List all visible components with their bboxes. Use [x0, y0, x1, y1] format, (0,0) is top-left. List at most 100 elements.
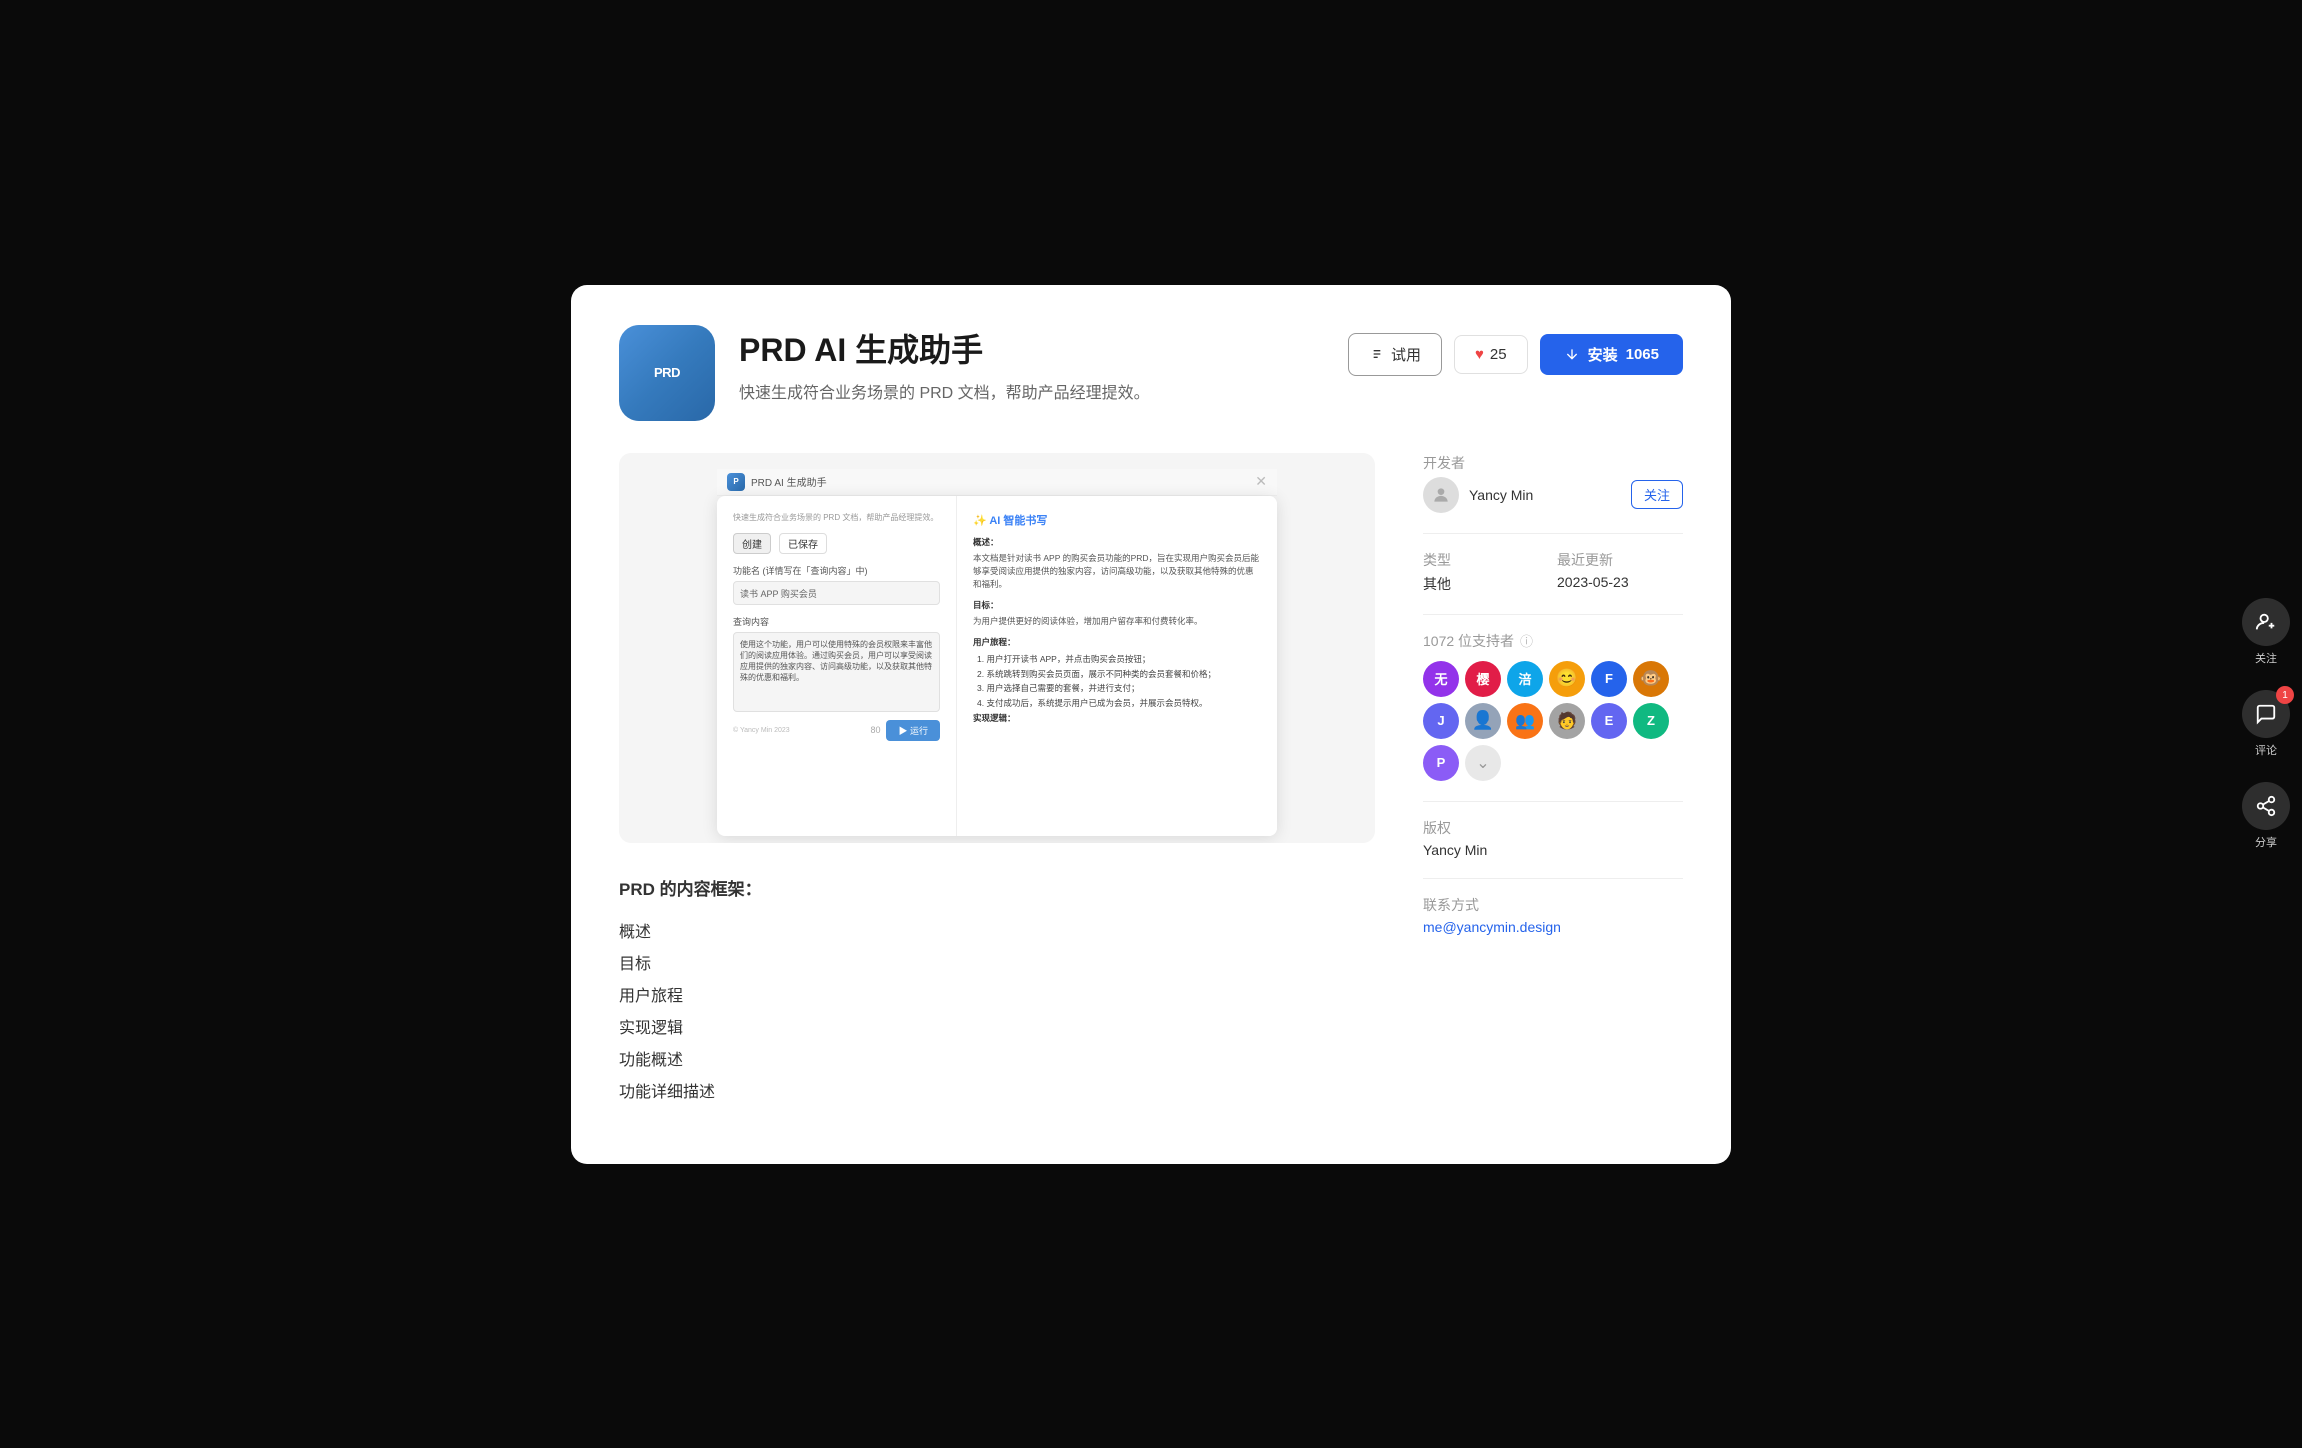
main-content: P PRD AI 生成助手 ✕ 快速生成符合业务场景的 PRD 文档，帮助产品经… — [619, 453, 1375, 1104]
mini-goal-body: 为用户提供更好的阅读体验，增加用户留存率和付费转化率。 — [973, 615, 1261, 628]
journey-item-1: 1. 用户打开读书 APP，并点击购买会员按钮； — [973, 653, 1261, 666]
developer-row: Yancy Min 关注 — [1423, 477, 1683, 513]
modal-backdrop: 关注 1 评论 分享 — [0, 0, 2302, 1448]
mini-title-bar: P PRD AI 生成助手 ✕ — [717, 469, 1277, 496]
avatar-2: 涪 — [1507, 661, 1543, 697]
comment-btn[interactable]: 1 评论 — [2242, 690, 2290, 758]
app-title: PRD AI 生成助手 — [739, 325, 1324, 371]
divider-2 — [1423, 614, 1683, 615]
supporters-count-text: 1072 位支持者 — [1423, 631, 1514, 651]
like-count: 25 — [1490, 346, 1507, 363]
mini-right-header: ✨ AI 智能书写 — [973, 512, 1261, 528]
developer-avatar — [1423, 477, 1459, 513]
app-detail-modal: PRD PRD AI 生成助手 快速生成符合业务场景的 PRD 文档，帮助产品经… — [571, 285, 1731, 1164]
avatars-grid: 无 樱 涪 😊 F 🐵 J 👤 👥 🧑 E Z P ⌄ — [1423, 661, 1683, 781]
mini-copyright: © Yancy Min 2023 — [733, 727, 790, 734]
type-label: 类型 — [1423, 550, 1549, 570]
mini-run-button[interactable]: ▶ 运行 — [886, 720, 940, 741]
avatar-8: 👥 — [1507, 703, 1543, 739]
desc-item-3: 用户旅程 — [619, 980, 1375, 1008]
mini-app-icon: P — [727, 473, 745, 491]
developer-label: 开发者 — [1423, 453, 1683, 473]
copyright-value: Yancy Min — [1423, 842, 1683, 858]
mini-right-panel: ✨ AI 智能书写 概述： 本文档是针对读书 APP 的购买会员功能的PRD，旨… — [957, 496, 1277, 836]
avatar-4: F — [1591, 661, 1627, 697]
update-label: 最近更新 — [1557, 550, 1683, 570]
type-section: 类型 其他 — [1423, 550, 1549, 594]
description-list: 概述 目标 用户旅程 实现逻辑 功能概述 功能详细描述 — [619, 916, 1375, 1104]
app-sidebar: 开发者 Yancy Min 关注 — [1423, 453, 1683, 1104]
supporters-label: 1072 位支持者 ⓘ — [1423, 631, 1683, 651]
desc-item-1: 概述 — [619, 916, 1375, 944]
contact-section: 联系方式 me@yancymin.design — [1423, 895, 1683, 937]
supporters-info-icon: ⓘ — [1520, 631, 1533, 650]
contact-email[interactable]: me@yancymin.design — [1423, 919, 1561, 935]
desc-item-5: 功能概述 — [619, 1044, 1375, 1072]
heart-icon: ♥ — [1475, 346, 1484, 363]
mini-app-body: 快速生成符合业务场景的 PRD 文档，帮助产品经理提效。 创建 已保存 功能名 … — [717, 496, 1277, 836]
mini-logic-title: 实现逻辑： — [973, 712, 1261, 725]
update-value: 2023-05-23 — [1557, 574, 1683, 590]
contact-label: 联系方式 — [1423, 895, 1683, 915]
mini-function-label: 功能名 (详情写在「查询内容」中) — [733, 564, 940, 577]
copyright-label: 版权 — [1423, 818, 1683, 838]
desc-item-6: 功能详细描述 — [619, 1076, 1375, 1104]
developer-section: 开发者 Yancy Min 关注 — [1423, 453, 1683, 513]
developer-follow-button[interactable]: 关注 — [1631, 480, 1683, 509]
comment-label: 评论 — [2255, 742, 2277, 758]
mini-query-textarea[interactable]: 使用这个功能，用户可以使用特殊的会员权限来丰富他们的阅读应用体验。通过购买会员，… — [733, 632, 940, 712]
right-sidebar: 关注 1 评论 分享 — [2230, 578, 2302, 870]
type-value: 其他 — [1423, 574, 1549, 594]
mini-app-window: P PRD AI 生成助手 ✕ 快速生成符合业务场景的 PRD 文档，帮助产品经… — [717, 469, 1277, 809]
mini-query-label: 查询内容 — [733, 615, 940, 628]
like-button[interactable]: ♥ 25 — [1454, 335, 1528, 374]
modal-header: PRD PRD AI 生成助手 快速生成符合业务场景的 PRD 文档，帮助产品经… — [619, 325, 1683, 421]
mini-left-panel: 快速生成符合业务场景的 PRD 文档，帮助产品经理提效。 创建 已保存 功能名 … — [717, 496, 957, 836]
follow-btn[interactable]: 关注 — [2242, 598, 2290, 666]
mini-overview-title: 概述： — [973, 536, 1261, 549]
share-label: 分享 — [2255, 834, 2277, 850]
mini-function-input[interactable]: 读书 APP 购买会员 — [733, 581, 940, 605]
update-section: 最近更新 2023-05-23 — [1557, 550, 1683, 594]
desc-item-4: 实现逻辑 — [619, 1012, 1375, 1040]
mini-goal-title: 目标： — [973, 599, 1261, 612]
section-title: PRD 的内容框架： — [619, 875, 1375, 900]
avatar-more[interactable]: ⌄ — [1465, 745, 1501, 781]
avatar-1: 樱 — [1465, 661, 1501, 697]
app-icon: PRD — [619, 325, 715, 421]
mini-right-content: 概述： 本文档是针对读书 APP 的购买会员功能的PRD，旨在实现用户购买会员后… — [973, 536, 1261, 725]
header-actions: 试用 ♥ 25 安装 1065 — [1348, 333, 1683, 376]
mini-tab-saved[interactable]: 已保存 — [779, 533, 827, 554]
mini-app-name: PRD AI 生成助手 — [751, 474, 827, 489]
divider-3 — [1423, 801, 1683, 802]
app-icon-text: PRD — [654, 365, 680, 380]
developer-name: Yancy Min — [1469, 487, 1533, 503]
comment-icon-circle: 1 — [2242, 690, 2290, 738]
info-grid: 类型 其他 最近更新 2023-05-23 — [1423, 550, 1683, 594]
mini-tab-create[interactable]: 创建 — [733, 533, 771, 554]
install-button[interactable]: 安装 1065 — [1540, 334, 1683, 375]
install-label: 安装 — [1588, 344, 1618, 365]
avatar-9: 🧑 — [1549, 703, 1585, 739]
share-icon-circle — [2242, 782, 2290, 830]
screenshot-wrapper: P PRD AI 生成助手 ✕ 快速生成符合业务场景的 PRD 文档，帮助产品经… — [619, 453, 1375, 843]
follow-icon-circle — [2242, 598, 2290, 646]
mini-token-count: 80 — [870, 725, 880, 735]
share-btn[interactable]: 分享 — [2242, 782, 2290, 850]
avatar-7: 👤 — [1465, 703, 1501, 739]
mini-journey-title: 用户旅程： — [973, 636, 1261, 649]
divider-1 — [1423, 533, 1683, 534]
mini-journey-list: 1. 用户打开读书 APP，并点击购买会员按钮； 2. 系统跳转到购买会员页面，… — [973, 653, 1261, 710]
journey-item-4: 4. 支付成功后，系统提示用户已成为会员，并展示会员特权。 — [973, 697, 1261, 710]
avatar-10: E — [1591, 703, 1627, 739]
mini-overview-body: 本文档是针对读书 APP 的购买会员功能的PRD，旨在实现用户购买会员后能够享受… — [973, 552, 1261, 590]
follow-label: 关注 — [2255, 650, 2277, 666]
supporters-section: 1072 位支持者 ⓘ 无 樱 涪 😊 F 🐵 J 👤 👥 🧑 — [1423, 631, 1683, 781]
try-button[interactable]: 试用 — [1348, 333, 1442, 376]
app-info: PRD AI 生成助手 快速生成符合业务场景的 PRD 文档，帮助产品经理提效。 — [739, 325, 1324, 403]
install-count: 1065 — [1626, 346, 1659, 363]
mini-subtitle: 快速生成符合业务场景的 PRD 文档，帮助产品经理提效。 — [733, 512, 940, 523]
app-description: 快速生成符合业务场景的 PRD 文档，帮助产品经理提效。 — [739, 379, 1324, 403]
avatar-11: Z — [1633, 703, 1669, 739]
journey-item-2: 2. 系统跳转到购买会员页面，展示不同种类的会员套餐和价格； — [973, 668, 1261, 681]
